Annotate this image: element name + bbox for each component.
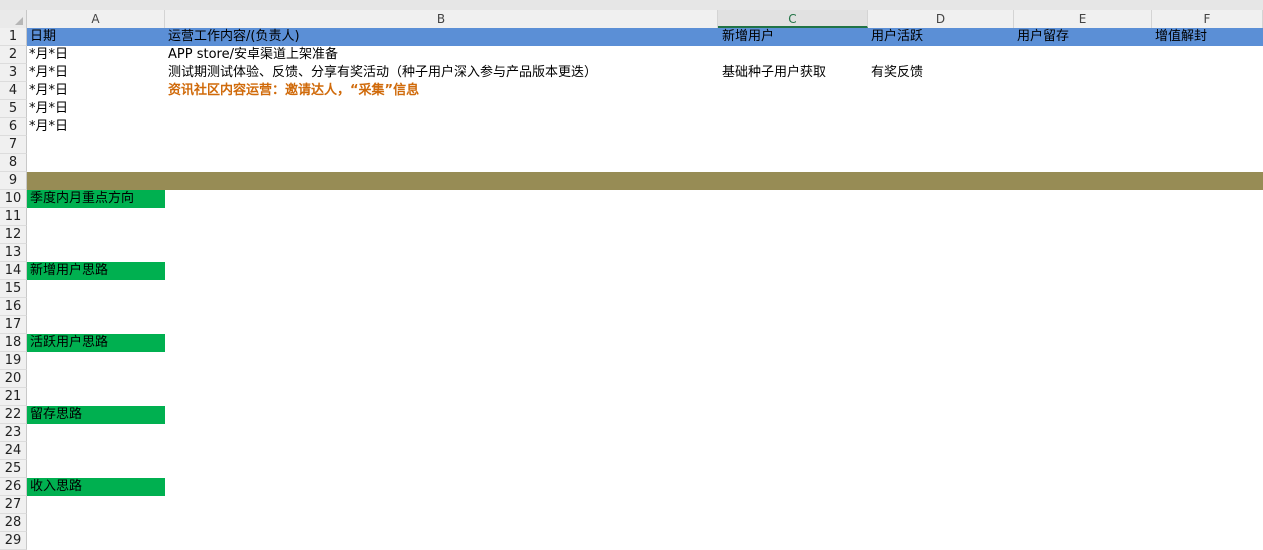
column-header-e[interactable]: E xyxy=(1014,10,1152,28)
column-header-b[interactable]: B xyxy=(165,10,718,28)
column-header-a[interactable]: A xyxy=(27,10,165,28)
cell-a5-date[interactable]: *月*日 xyxy=(29,100,68,118)
row-header-8[interactable]: 8 xyxy=(0,154,27,172)
row-header-1[interactable]: 1 xyxy=(0,28,27,46)
row-header-29[interactable]: 29 xyxy=(0,532,27,550)
cell-d1-active-users-header[interactable]: 用户活跃 xyxy=(871,28,923,46)
cell-a14-section[interactable]: 新增用户思路 xyxy=(30,262,108,280)
cell-a4-date[interactable]: *月*日 xyxy=(29,82,68,100)
row-header-2[interactable]: 2 xyxy=(0,46,27,64)
row-header-7[interactable]: 7 xyxy=(0,136,27,154)
row-header-13[interactable]: 13 xyxy=(0,244,27,262)
cell-c1-new-users-header[interactable]: 新增用户 xyxy=(722,28,774,46)
select-all-corner[interactable] xyxy=(0,10,27,28)
column-header-d[interactable]: D xyxy=(868,10,1014,28)
column-header-bar: A B C D E F xyxy=(0,0,1263,28)
row-header-14[interactable]: 14 xyxy=(0,262,27,280)
row-header-11[interactable]: 11 xyxy=(0,208,27,226)
cell-b4-content[interactable]: 资讯社区内容运营：邀请达人，“采集”信息 xyxy=(168,82,419,100)
cell-a3-date[interactable]: *月*日 xyxy=(29,64,68,82)
column-header-c[interactable]: C xyxy=(718,10,868,28)
cell-b1-content-header[interactable]: 运营工作内容/(负责人) xyxy=(168,28,300,46)
row-header-12[interactable]: 12 xyxy=(0,226,27,244)
row-header-28[interactable]: 28 xyxy=(0,514,27,532)
row-header-22[interactable]: 22 xyxy=(0,406,27,424)
cell-a22-section[interactable]: 留存思路 xyxy=(30,406,82,424)
row-header-3[interactable]: 3 xyxy=(0,64,27,82)
cell-d3-active-users[interactable]: 有奖反馈 xyxy=(871,64,923,82)
row-header-5[interactable]: 5 xyxy=(0,100,27,118)
row-header-16[interactable]: 16 xyxy=(0,298,27,316)
row-header-21[interactable]: 21 xyxy=(0,388,27,406)
cell-c3-new-users[interactable]: 基础种子用户获取 xyxy=(722,64,826,82)
cell-a26-section[interactable]: 收入思路 xyxy=(30,478,82,496)
cell-a10-section[interactable]: 季度内月重点方向 xyxy=(30,190,134,208)
cell-a18-section[interactable]: 活跃用户思路 xyxy=(30,334,108,352)
row-header-6[interactable]: 6 xyxy=(0,118,27,136)
row-header-9[interactable]: 9 xyxy=(0,172,27,190)
spreadsheet: A B C D E F 1 2 3 4 5 6 7 8 9 10 11 12 1… xyxy=(0,0,1263,550)
row-header-20[interactable]: 20 xyxy=(0,370,27,388)
row-header-25[interactable]: 25 xyxy=(0,460,27,478)
row-header-23[interactable]: 23 xyxy=(0,424,27,442)
cell-b2-content[interactable]: APP store/安卓渠道上架准备 xyxy=(168,46,338,64)
column-header-f[interactable]: F xyxy=(1152,10,1263,28)
divider-row-fill xyxy=(27,172,1263,190)
row-header-19[interactable]: 19 xyxy=(0,352,27,370)
cell-b3-content[interactable]: 测试期测试体验、反馈、分享有奖活动（种子用户深入参与产品版本更迭） xyxy=(168,64,597,82)
cell-a1-date-header[interactable]: 日期 xyxy=(30,28,56,46)
cell-a2-date[interactable]: *月*日 xyxy=(29,46,68,64)
cell-a6-date[interactable]: *月*日 xyxy=(29,118,68,136)
row-header-4[interactable]: 4 xyxy=(0,82,27,100)
row-header-27[interactable]: 27 xyxy=(0,496,27,514)
select-all-triangle-icon xyxy=(15,17,23,25)
row-header-18[interactable]: 18 xyxy=(0,334,27,352)
row-header-10[interactable]: 10 xyxy=(0,190,27,208)
cell-e1-retention-header[interactable]: 用户留存 xyxy=(1017,28,1069,46)
row-header-15[interactable]: 15 xyxy=(0,280,27,298)
ribbon-edge xyxy=(0,0,1263,10)
row-header-26[interactable]: 26 xyxy=(0,478,27,496)
row-header-24[interactable]: 24 xyxy=(0,442,27,460)
cell-f1-value-added-header[interactable]: 增值解封 xyxy=(1155,28,1207,46)
row-header-17[interactable]: 17 xyxy=(0,316,27,334)
